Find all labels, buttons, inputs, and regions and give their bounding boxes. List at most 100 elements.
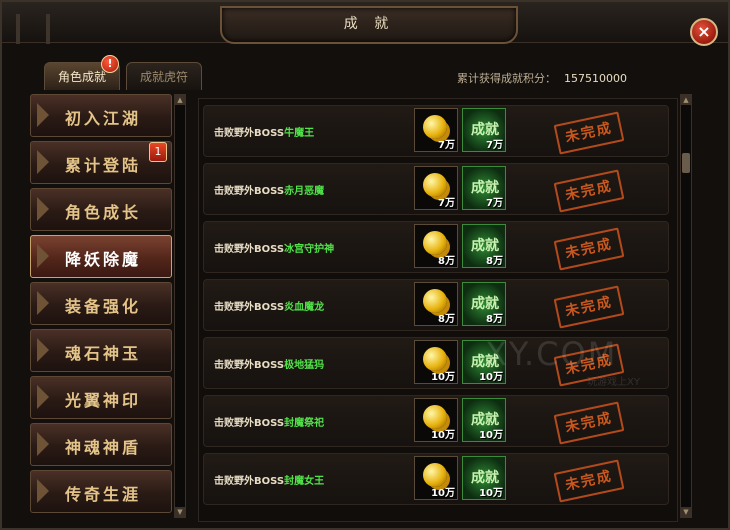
achievement-name: 击败野外BOSS炎血魔龙 (214, 298, 324, 313)
achievement-row: 击败野外BOSS赤月恶魔 7万 成就 7万 未完成 (203, 163, 669, 215)
score-label: 累计获得成就积分： (457, 72, 556, 85)
reward-amount: 8万 (438, 256, 455, 267)
corner-ornament (37, 479, 49, 503)
achievement-name: 击败野外BOSS极地猛犸 (214, 356, 324, 371)
achievement-name: 击败野外BOSS赤月恶魔 (214, 182, 324, 197)
reward-coin-slot[interactable]: 8万 (414, 224, 458, 268)
corner-ornament (37, 244, 49, 268)
tab-achievement-tiger-tally[interactable]: 成就虎符 (126, 62, 202, 90)
category-label: 角色成长 (65, 203, 142, 222)
title-plate: 成 就 (220, 6, 518, 44)
category-label: 累计登陆 (65, 156, 142, 175)
reward-coin-slot[interactable]: 10万 (414, 456, 458, 500)
category-label: 魂石神玉 (65, 344, 142, 363)
tab-character-achievements[interactable]: 角色成就 ! (44, 55, 120, 90)
status-stamp: 未完成 (553, 401, 625, 445)
reward-amount: 7万 (486, 198, 503, 209)
achievement-name: 击败野外BOSS封魔女王 (214, 472, 324, 487)
category-item[interactable]: 初入江湖 (30, 94, 172, 137)
window-title: 成 就 (343, 16, 395, 32)
name-prefix: 击败野外BOSS (214, 418, 285, 429)
reward-amount: 7万 (486, 140, 503, 151)
reward-amount: 8万 (486, 314, 503, 325)
achievement-row: 击败野外BOSS封魔女王 10万 成就 10万 未完成 (203, 453, 669, 505)
category-item[interactable]: 光翼神印 (30, 376, 172, 419)
achievement-name: 击败野外BOSS牛魔王 (214, 124, 314, 139)
category-item-selected[interactable]: 降妖除魔 (30, 235, 172, 278)
scroll-up-icon[interactable]: ▲ (681, 95, 691, 105)
tab-label: 角色成就 (57, 70, 106, 84)
category-item[interactable]: 累计登陆 1 (30, 141, 172, 184)
boss-name: 冰宫守护神 (284, 244, 335, 255)
reward-amount: 10万 (431, 488, 455, 499)
name-prefix: 击败野外BOSS (214, 476, 285, 487)
name-prefix: 击败野外BOSS (214, 128, 285, 139)
category-label: 降妖除魔 (65, 250, 142, 269)
reward-coin-slot[interactable]: 7万 (414, 108, 458, 152)
close-button[interactable]: × (690, 18, 718, 46)
alert-icon: ! (101, 55, 119, 73)
category-item[interactable]: 装备强化 (30, 282, 172, 325)
corner-ornament (37, 197, 49, 221)
corner-ornament (37, 150, 49, 174)
category-item[interactable]: 传奇生涯 (30, 470, 172, 513)
name-prefix: 击败野外BOSS (214, 186, 285, 197)
boss-name: 极地猛犸 (284, 360, 325, 371)
reward-coin-slot[interactable]: 8万 (414, 282, 458, 326)
reward-amount: 7万 (438, 198, 455, 209)
reward-achievement-slot[interactable]: 成就 10万 (462, 456, 506, 500)
reward-coin-slot[interactable]: 7万 (414, 166, 458, 210)
sidebar-scrollbar[interactable]: ▲ ▼ (174, 94, 186, 518)
title-ornament (16, 14, 50, 44)
close-icon: × (697, 22, 711, 41)
category-sidebar: 初入江湖 累计登陆 1 角色成长 降妖除魔 装备强化 魂石神玉 光翼神印 神魂神盾… (30, 92, 172, 520)
category-label: 初入江湖 (65, 109, 142, 128)
name-prefix: 击败野外BOSS (214, 360, 285, 371)
list-scrollbar[interactable]: ▲ ▼ (680, 94, 692, 518)
boss-name: 赤月恶魔 (284, 186, 325, 197)
reward-coin-slot[interactable]: 10万 (414, 340, 458, 384)
reward-coin-slot[interactable]: 10万 (414, 398, 458, 442)
category-item[interactable]: 神魂神盾 (30, 423, 172, 466)
reward-amount: 10万 (479, 488, 503, 499)
category-label: 装备强化 (65, 297, 142, 316)
tab-label: 成就虎符 (139, 70, 188, 84)
corner-ornament (37, 385, 49, 409)
boss-name: 封魔祭祀 (284, 418, 325, 429)
category-label: 神魂神盾 (65, 438, 142, 457)
category-label: 光翼神印 (65, 391, 142, 410)
watermark-subtitle: 玩游戏上XY (587, 377, 640, 388)
status-stamp: 未完成 (553, 459, 625, 503)
achievement-name: 击败野外BOSS封魔祭祀 (214, 414, 324, 429)
reward-amount: 8万 (438, 314, 455, 325)
reward-achievement-slot[interactable]: 成就 10万 (462, 398, 506, 442)
achievement-window: 成 就 × 角色成就 ! 成就虎符 累计获得成就积分： 157510000 初入江… (0, 0, 730, 530)
score-value: 157510000 (564, 72, 627, 85)
achievement-list: 击败野外BOSS牛魔王 7万 成就 7万 未完成 击败野外BOSS赤月恶魔 7万 … (198, 98, 678, 522)
achievement-name: 击败野外BOSS冰宫守护神 (214, 240, 334, 255)
corner-ornament (37, 432, 49, 456)
category-item[interactable]: 魂石神玉 (30, 329, 172, 372)
reward-achievement-slot[interactable]: 成就 8万 (462, 282, 506, 326)
scroll-down-icon[interactable]: ▼ (175, 507, 185, 517)
reward-achievement-slot[interactable]: 成就 8万 (462, 224, 506, 268)
name-prefix: 击败野外BOSS (214, 302, 285, 313)
scroll-down-icon[interactable]: ▼ (681, 507, 691, 517)
reward-achievement-slot[interactable]: 成就 7万 (462, 166, 506, 210)
reward-amount: 10万 (431, 430, 455, 441)
corner-ornament (37, 103, 49, 127)
watermark: XY.COM (485, 335, 618, 373)
boss-name: 牛魔王 (284, 128, 315, 139)
scroll-up-icon[interactable]: ▲ (175, 95, 185, 105)
achievement-row: 击败野外BOSS封魔祭祀 10万 成就 10万 未完成 (203, 395, 669, 447)
reward-achievement-slot[interactable]: 成就 7万 (462, 108, 506, 152)
category-item[interactable]: 角色成长 (30, 188, 172, 231)
reward-amount: 8万 (486, 256, 503, 267)
boss-name: 炎血魔龙 (284, 302, 325, 313)
corner-ornament (37, 338, 49, 362)
achievement-score: 累计获得成就积分： 157510000 (457, 70, 627, 86)
boss-name: 封魔女王 (284, 476, 325, 487)
achievement-row: 击败野外BOSS冰宫守护神 8万 成就 8万 未完成 (203, 221, 669, 273)
scroll-thumb[interactable] (682, 153, 690, 173)
achievement-row: 击败野外BOSS牛魔王 7万 成就 7万 未完成 (203, 105, 669, 157)
